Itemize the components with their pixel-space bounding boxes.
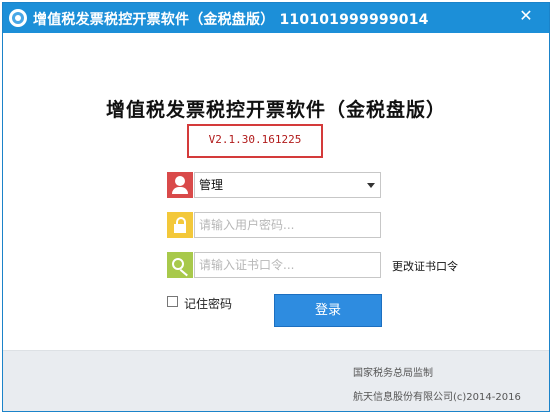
key-icon	[167, 252, 193, 278]
password-field: 请输入用户密码...	[167, 212, 381, 238]
title-bar: 增值税发票税控开票软件（金税盘版） 110101999999014 ✕	[3, 3, 549, 33]
lock-icon	[167, 212, 193, 238]
supervisor-text: 国家税务总局监制	[353, 368, 433, 379]
remember-password-checkbox[interactable]	[167, 296, 178, 307]
window-title: 增值税发票税控开票软件（金税盘版） 110101999999014	[33, 12, 429, 28]
version-highlight-box: V2.1.30.161225	[187, 124, 323, 158]
close-button[interactable]: ✕	[517, 7, 535, 25]
app-logo-icon	[9, 9, 27, 27]
password-input[interactable]: 请输入用户密码...	[194, 212, 381, 238]
login-button[interactable]: 登录	[274, 294, 382, 327]
copyright-text: 航天信息股份有限公司(c)2014-2016	[353, 392, 521, 403]
chevron-down-icon[interactable]	[367, 183, 375, 188]
version-label: V2.1.30.161225	[208, 133, 302, 146]
user-select-field: 管理	[167, 172, 381, 198]
user-select-value: 管理	[199, 178, 224, 192]
page-title: 增值税发票税控开票软件（金税盘版）	[105, 99, 446, 121]
login-window: 增值税发票税控开票软件（金税盘版） 110101999999014 ✕ 增值税发…	[2, 2, 550, 412]
user-select[interactable]: 管理	[194, 172, 381, 198]
cert-password-input[interactable]: 请输入证书口令...	[194, 252, 381, 278]
remember-password-label: 记住密码	[184, 297, 233, 311]
change-cert-password-link[interactable]: 更改证书口令	[392, 258, 458, 274]
footer: 国家税务总局监制 航天信息股份有限公司(c)2014-2016	[3, 350, 549, 411]
user-icon	[167, 172, 193, 198]
cert-field: 请输入证书口令...	[167, 252, 381, 278]
